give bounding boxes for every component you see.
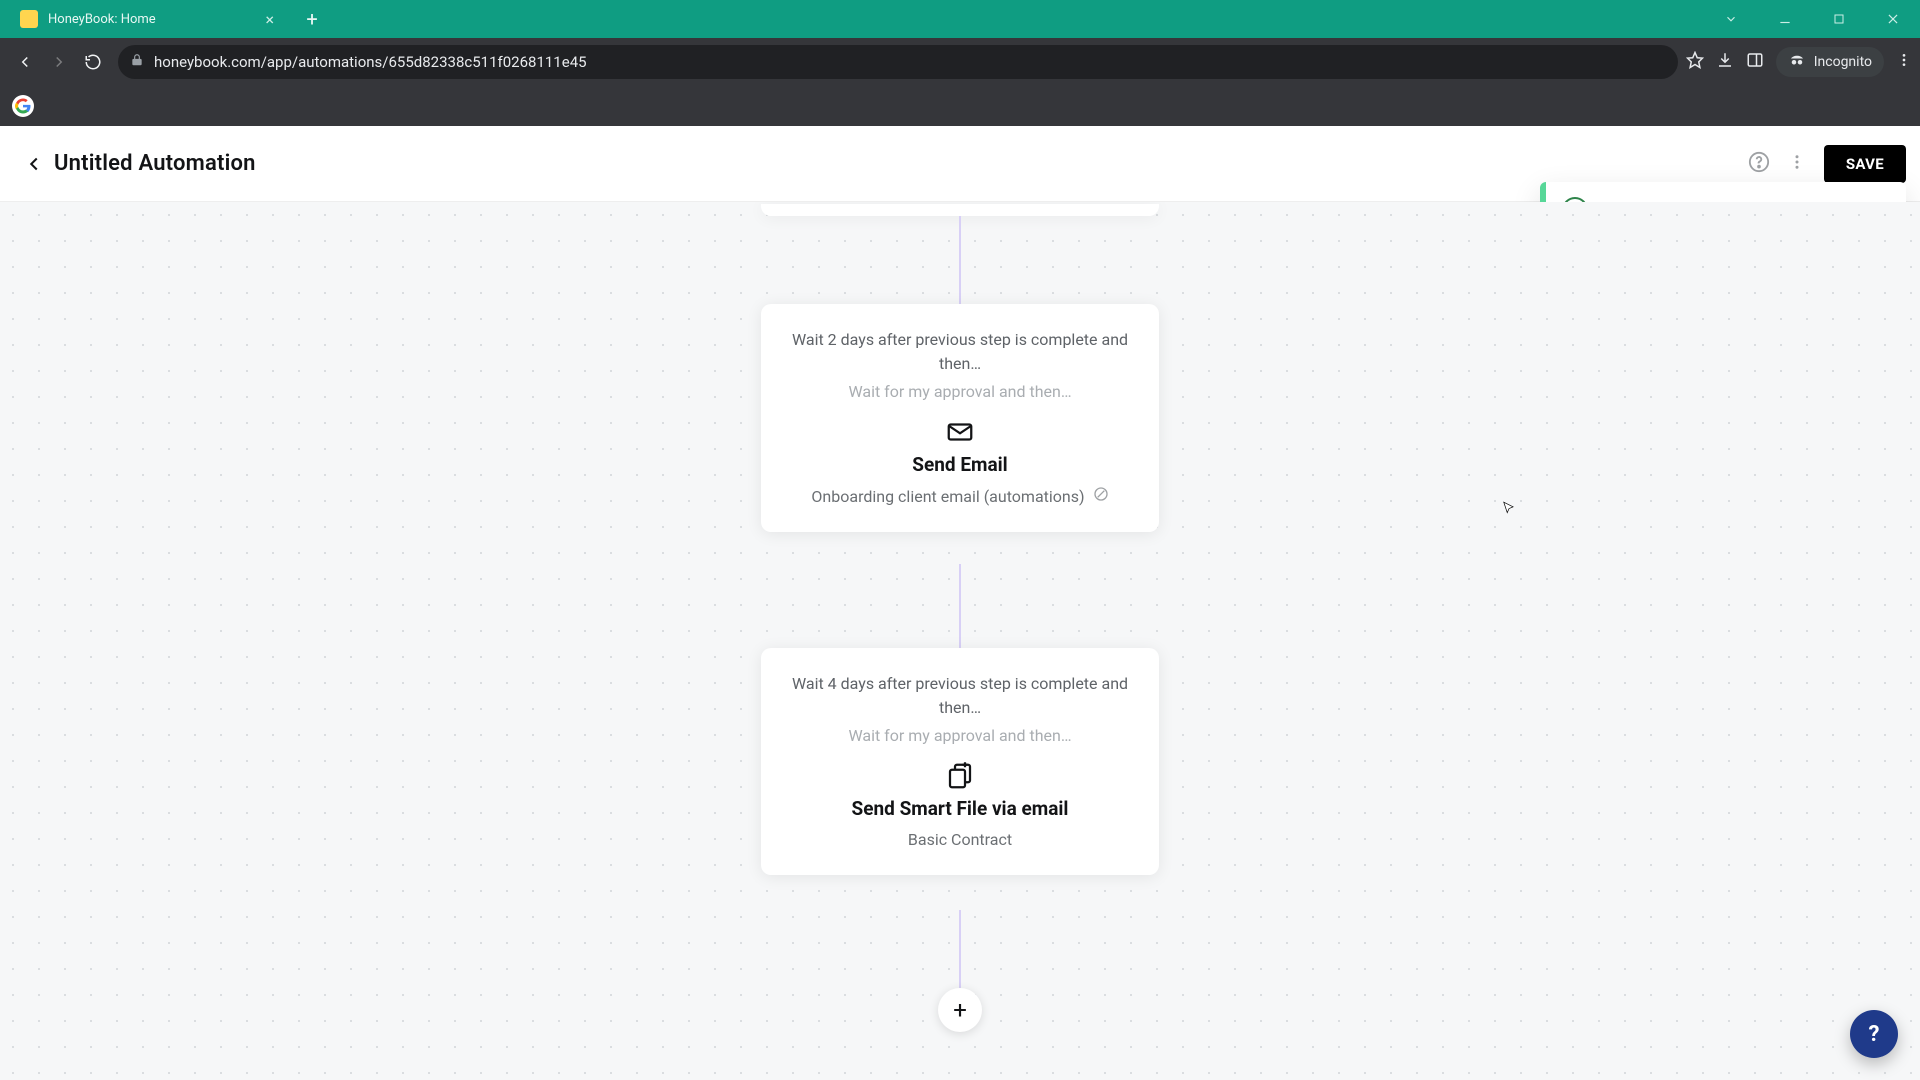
window-close-button[interactable] (1866, 0, 1920, 38)
step-title: Send Email (789, 453, 1131, 476)
save-button[interactable]: SAVE (1824, 145, 1906, 183)
step-title: Send Smart File via email (789, 797, 1131, 820)
window-maximize-button[interactable] (1812, 0, 1866, 38)
favicon-icon (20, 10, 38, 28)
window-minimize-button[interactable] (1758, 0, 1812, 38)
back-button[interactable] (14, 144, 54, 184)
mail-icon (789, 417, 1131, 447)
bookmark-star-icon[interactable] (1686, 51, 1704, 73)
automation-canvas[interactable]: Wait 2 days after previous step is compl… (0, 202, 1920, 1080)
nav-back-button[interactable] (8, 45, 42, 79)
browser-tabs-strip: HoneyBook: Home × + (0, 0, 1920, 38)
downloads-icon[interactable] (1716, 51, 1734, 73)
help-fab-button[interactable]: ? (1850, 1010, 1898, 1058)
connector-line (959, 564, 961, 648)
tab-search-icon[interactable] (1704, 0, 1758, 38)
browser-toolbar: honeybook.com/app/automations/655d82338c… (0, 38, 1920, 86)
step-delay-text: Wait 2 days after previous step is compl… (789, 328, 1131, 376)
page-title: Untitled Automation (54, 151, 256, 176)
browser-menu-icon[interactable] (1896, 52, 1912, 72)
app-header: Untitled Automation SAVE Your changes ha… (0, 126, 1920, 202)
bookmarks-bar (0, 86, 1920, 126)
nav-forward-button[interactable] (42, 45, 76, 79)
add-step-button[interactable]: + (938, 988, 982, 1032)
url-text: honeybook.com/app/automations/655d82338c… (154, 53, 587, 71)
close-tab-button[interactable]: × (259, 8, 280, 31)
mouse-cursor-icon (1502, 498, 1516, 518)
side-panel-icon[interactable] (1746, 51, 1764, 73)
new-tab-button[interactable]: + (296, 3, 328, 35)
step-delay-text: Wait 4 days after previous step is compl… (789, 672, 1131, 720)
connector-line (959, 216, 961, 304)
step-approval-text: Wait for my approval and then… (789, 382, 1131, 401)
automation-step-card[interactable]: Wait 4 days after previous step is compl… (761, 648, 1159, 875)
incognito-chip[interactable]: Incognito (1776, 47, 1884, 77)
status-icon (1093, 486, 1109, 506)
tab-title: HoneyBook: Home (48, 12, 156, 27)
trigger-card-partial[interactable] (761, 204, 1159, 216)
kebab-menu-icon[interactable] (1788, 153, 1806, 175)
smart-file-icon (789, 761, 1131, 791)
step-subtitle: Basic Contract (789, 830, 1131, 849)
automation-step-card[interactable]: Wait 2 days after previous step is compl… (761, 304, 1159, 532)
address-bar[interactable]: honeybook.com/app/automations/655d82338c… (118, 45, 1678, 79)
connector-line (959, 910, 961, 988)
bookmark-google-icon[interactable] (12, 95, 34, 117)
step-subtitle: Onboarding client email (automations) (789, 486, 1131, 506)
step-approval-text: Wait for my approval and then… (789, 726, 1131, 745)
incognito-icon (1788, 51, 1806, 73)
help-icon[interactable] (1748, 151, 1770, 177)
incognito-label: Incognito (1814, 54, 1872, 70)
lock-icon (130, 53, 144, 71)
nav-reload-button[interactable] (76, 45, 110, 79)
window-controls (1704, 0, 1920, 38)
browser-tab[interactable]: HoneyBook: Home × (10, 0, 290, 38)
